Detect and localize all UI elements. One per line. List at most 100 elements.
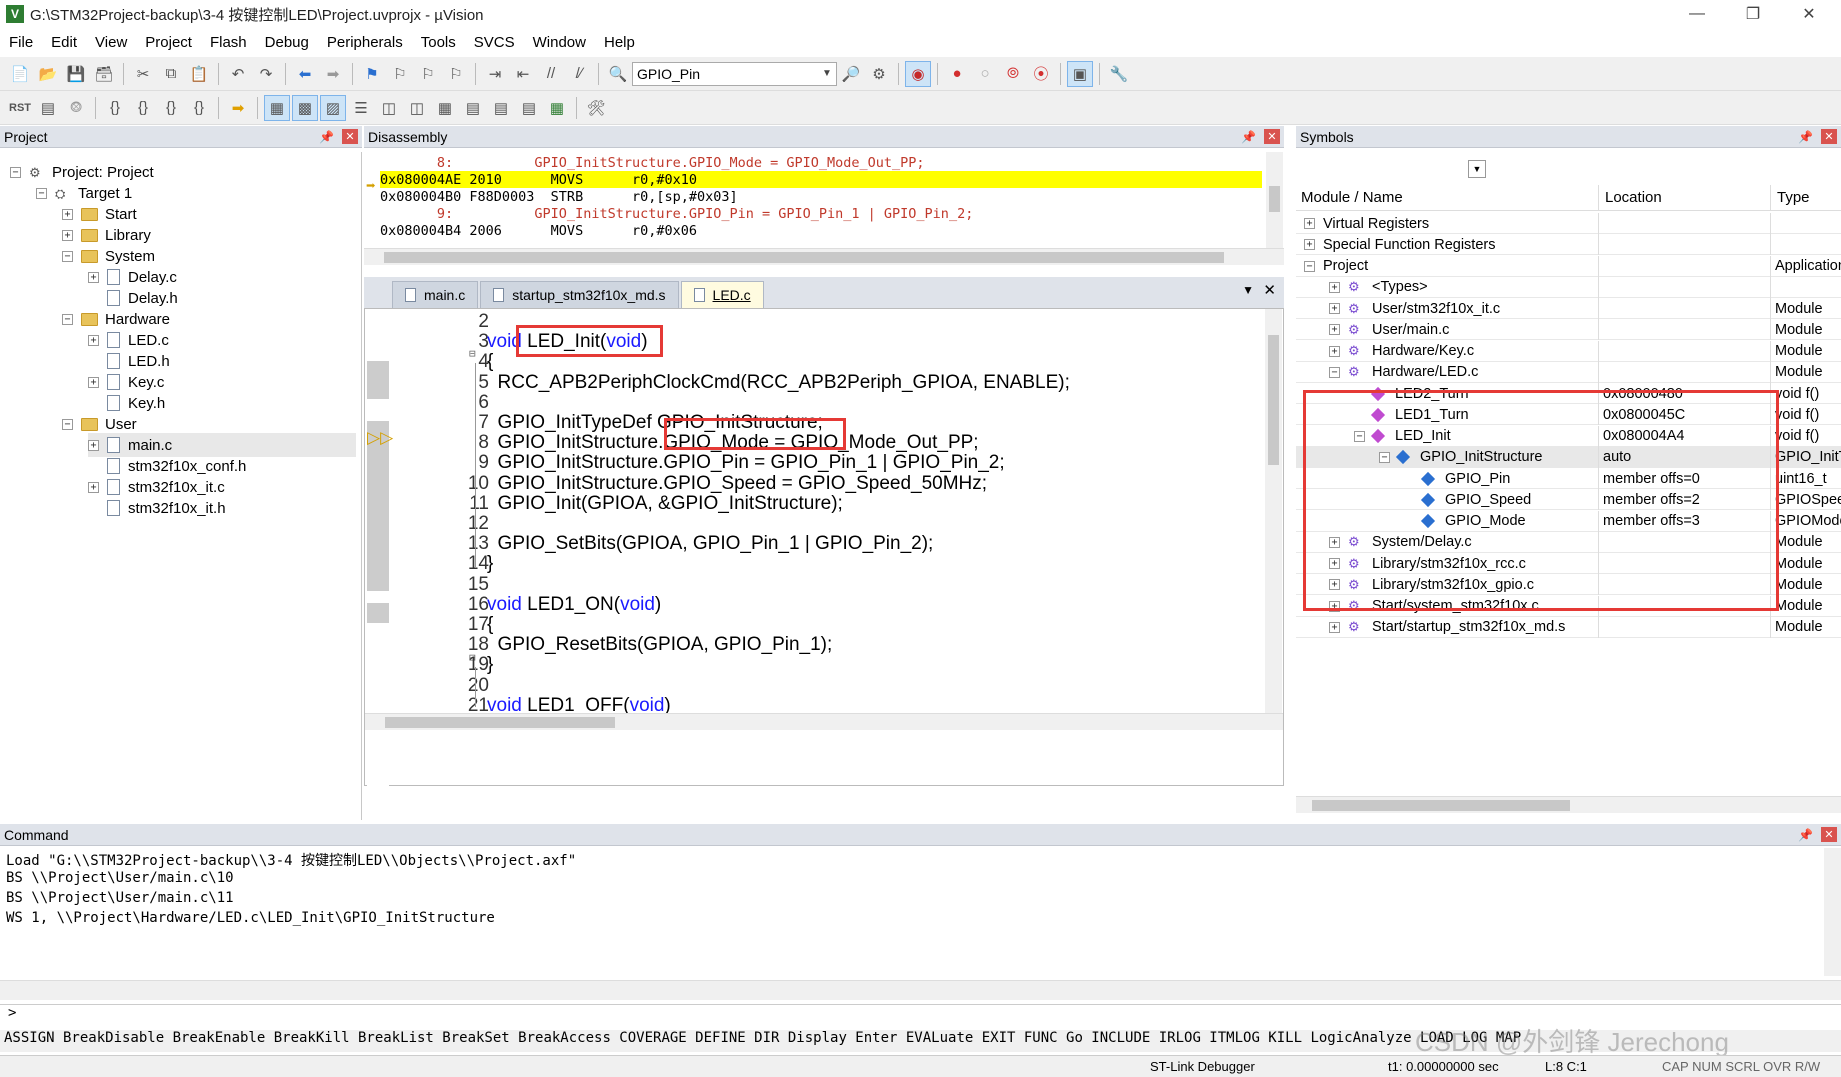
unindent-icon[interactable]: ⇤ [510,61,536,87]
pin-icon[interactable]: 📌 [1241,130,1256,144]
symbol-row[interactable]: − Project Application [1296,255,1841,277]
indent-icon[interactable]: ⇥ [482,61,508,87]
command-window-icon[interactable]: ▦ [264,94,290,121]
menu-tools[interactable]: Tools [412,34,465,51]
disable-all-breakpoints-icon[interactable]: ⦾ [1000,61,1026,87]
menu-window[interactable]: Window [524,34,595,51]
reset-icon[interactable]: RST [7,95,33,121]
expand-icon[interactable]: + [1329,281,1340,293]
run-icon[interactable]: ▤ [35,95,61,121]
collapse-icon[interactable]: − [62,313,73,325]
disassembly-line[interactable]: 0x080004B0 F88D0003 STRB r0,[sp,#0x03] [380,188,1262,205]
pin-icon[interactable]: 📌 [319,130,334,144]
collapse-icon[interactable]: − [1329,366,1340,378]
expand-icon[interactable]: + [1329,621,1340,633]
expand-icon[interactable]: + [88,334,99,346]
menu-file[interactable]: File [0,34,42,51]
bookmark-icon[interactable]: ⚑ [359,61,385,87]
copy-icon[interactable]: ⧉ [158,61,184,87]
symbol-row[interactable]: + ⚙ <Types> [1296,276,1841,298]
expand-icon[interactable]: + [1329,345,1340,357]
disassembly-line[interactable]: 9: GPIO_InitStructure.GPIO_Pin = GPIO_Pi… [380,206,1262,223]
navigate-forward-icon[interactable]: ➡ [320,61,346,87]
insert-breakpoint-icon[interactable]: ● [944,61,970,87]
disassembly-hscroll[interactable] [364,248,1284,265]
menu-view[interactable]: View [86,34,136,51]
tab-led-c[interactable]: LED.c [680,281,764,308]
clear-bookmarks-icon[interactable]: ⚐ [443,61,469,87]
window-layout-icon[interactable]: ▣ [1067,60,1093,87]
symbol-row[interactable]: + ⚙ Start/startup_stm32f10x_md.s Module [1296,616,1841,638]
navigate-back-icon[interactable]: ⬅ [292,61,318,87]
paste-icon[interactable]: 📋 [186,61,212,87]
close-window-button[interactable]: ✕ [1781,0,1837,28]
find-combo[interactable]: GPIO_Pin ▼ [632,61,837,86]
code-line[interactable]: GPIO_InitStructure.GPIO_Speed = GPIO_Spe… [487,473,988,495]
collapse-icon[interactable]: − [36,187,47,199]
code-line[interactable]: GPIO_Init(GPIOA, &GPIO_InitStructure); [487,493,843,515]
code-line[interactable]: } [487,654,493,676]
show-next-statement-icon[interactable]: ➡ [225,95,251,121]
chevron-down-icon[interactable]: ▼ [818,68,836,79]
collapse-icon[interactable]: − [10,166,21,178]
cut-icon[interactable]: ✂ [130,61,156,87]
menu-project[interactable]: Project [136,34,201,51]
comment-icon[interactable]: // [538,61,564,87]
code-line[interactable]: GPIO_ResetBits(GPIOA, GPIO_Pin_1); [487,634,833,656]
run-to-cursor-icon[interactable]: {} [186,95,212,121]
find-icon[interactable]: 🔎 [838,61,864,87]
code-line[interactable]: } [487,553,493,575]
uncomment-icon[interactable]: /∕ [566,61,592,87]
prev-bookmark-icon[interactable]: ⚐ [387,61,413,87]
disassembly-window-icon[interactable]: ▩ [292,94,318,121]
close-icon[interactable]: ✕ [1821,827,1837,842]
expand-icon[interactable]: + [62,208,73,220]
expand-icon[interactable]: + [88,439,99,451]
new-file-icon[interactable]: 📄 [7,61,33,87]
debug-session-icon[interactable]: ◉ [905,60,931,87]
minimize-button[interactable]: — [1669,0,1725,28]
expand-icon[interactable]: + [62,229,73,241]
close-icon[interactable]: ✕ [1821,129,1837,144]
symbol-row[interactable]: + Special Function Registers [1296,234,1841,256]
undo-icon[interactable]: ↶ [225,61,251,87]
close-icon[interactable]: ✕ [342,129,358,144]
menu-edit[interactable]: Edit [42,34,86,51]
save-icon[interactable]: 💾 [63,61,89,87]
find-in-files-icon[interactable]: 🔍 [605,61,631,87]
next-bookmark-icon[interactable]: ⚐ [415,61,441,87]
editor-vscroll[interactable] [1265,309,1282,713]
code-line[interactable]: RCC_APB2PeriphClockCmd(RCC_APB2Periph_GP… [487,372,1070,394]
tab-list-icon[interactable]: ▼ [1242,283,1254,297]
menu-help[interactable]: Help [595,34,644,51]
memory-window-icon[interactable]: ▦ [432,95,458,121]
analysis-window-icon[interactable]: ▤ [488,95,514,121]
menu-svcs[interactable]: SVCS [465,34,524,51]
watch-window-icon[interactable]: ◫ [404,95,430,121]
stop-icon[interactable]: ⨷ [63,95,89,121]
collapse-icon[interactable]: − [62,418,73,430]
expand-icon[interactable]: + [88,376,99,388]
expand-icon[interactable]: + [1329,303,1340,314]
toolbox-icon[interactable]: 🛠 [583,95,609,121]
symbol-row[interactable]: + ⚙ User/main.c Module [1296,319,1841,341]
open-file-icon[interactable]: 📂 [35,61,61,87]
chevron-down-icon[interactable]: ▼ [1468,160,1486,178]
code-line[interactable]: void LED1_ON(void) [487,594,661,616]
expand-icon[interactable]: + [1304,239,1315,251]
disassembly-line[interactable]: 8: GPIO_InitStructure.GPIO_Mode = GPIO_M… [380,154,1262,171]
step-out-icon[interactable]: {} [158,95,184,121]
tab-main-c[interactable]: main.c [392,281,479,308]
step-into-icon[interactable]: {} [102,95,128,121]
disassembly-vscroll[interactable] [1266,152,1283,248]
symbol-row[interactable]: + ⚙ Hardware/Key.c Module [1296,340,1841,362]
pin-icon[interactable]: 📌 [1798,828,1813,842]
system-viewer-icon[interactable]: ▦ [544,95,570,121]
expand-icon[interactable]: + [88,271,99,283]
symbol-row[interactable]: + Virtual Registers [1296,213,1841,234]
pin-icon[interactable]: 📌 [1798,130,1813,144]
trace-window-icon[interactable]: ▤ [516,95,542,121]
symbol-row[interactable]: − ⚙ Hardware/LED.c Module [1296,361,1841,383]
menu-peripherals[interactable]: Peripherals [318,34,412,51]
command-vscroll[interactable] [1824,848,1841,976]
